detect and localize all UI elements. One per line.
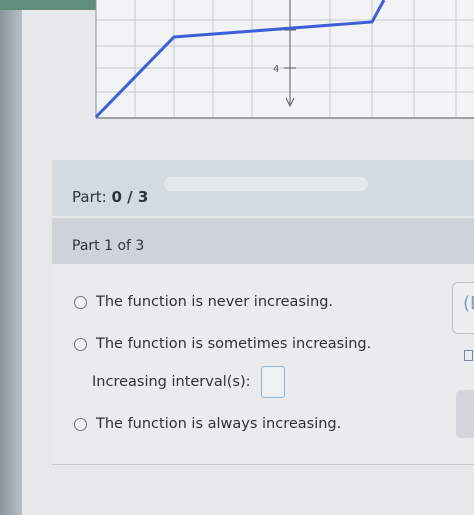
side-tool-button[interactable]: [456, 390, 474, 438]
axis-tick-label: 4: [273, 64, 279, 75]
interval-notation-glyph: (E: [463, 293, 474, 314]
part-progress-label: Part: 0 / 3: [72, 188, 149, 206]
radio-button[interactable]: [74, 295, 87, 309]
part1-header: Part 1 of 3: [52, 218, 474, 264]
interval-label: Increasing interval(s):: [92, 374, 251, 390]
option-label: The function is never increasing.: [96, 294, 334, 310]
part-progress-header: Part: 0 / 3: [52, 160, 474, 216]
part-progress-count: 0 / 3: [111, 188, 149, 206]
option-sometimes-increasing[interactable]: The function is sometimes increasing.: [74, 336, 371, 352]
radio-button[interactable]: [74, 337, 87, 351]
progress-bar: [164, 177, 368, 191]
option-label: The function is sometimes increasing.: [96, 336, 372, 352]
interval-notation-button[interactable]: (E: [452, 282, 474, 334]
option-always-increasing[interactable]: The function is always increasing.: [74, 416, 341, 432]
interval-input[interactable]: [260, 366, 285, 398]
option-label: The function is always increasing.: [96, 416, 342, 432]
part1-title: Part 1 of 3: [72, 238, 145, 254]
radio-button[interactable]: [74, 417, 87, 431]
answer-area: The function is never increasing. The fu…: [52, 264, 474, 465]
interval-row: Increasing interval(s):: [92, 366, 285, 398]
union-symbol-icon[interactable]: [464, 350, 473, 361]
function-graph: 4: [94, 0, 474, 119]
option-never-increasing[interactable]: The function is never increasing.: [74, 294, 333, 310]
